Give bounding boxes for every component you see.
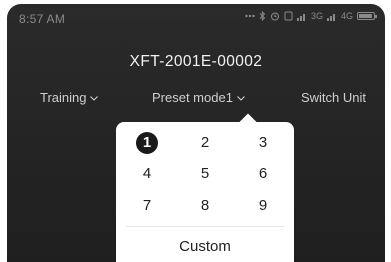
preset-mode-dropdown[interactable]: Preset mode1 xyxy=(152,90,246,105)
chevron-down-icon xyxy=(237,95,245,101)
chevron-down-icon xyxy=(90,95,99,101)
bluetooth-icon xyxy=(259,11,266,21)
switch-unit-button[interactable]: Switch Unit xyxy=(301,90,366,105)
training-dropdown[interactable]: Training xyxy=(40,90,99,105)
top-menu: Training Preset mode1 Switch Unit xyxy=(7,90,385,110)
app-screen: 8:57 AM 3G 4G XFT-2001E-00002 Training P… xyxy=(7,4,385,262)
preset-mode-menu: 1 2 3 4 5 6 7 8 9 Custom xyxy=(116,122,294,262)
signal-icon xyxy=(296,12,307,21)
alarm-icon xyxy=(270,11,280,21)
network-3g-icon: 3G xyxy=(310,11,323,21)
preset-mode-label: Preset mode1 xyxy=(152,90,233,105)
device-title: XFT-2001E-00002 xyxy=(129,53,263,70)
preset-option-3[interactable]: 3 xyxy=(252,132,274,154)
training-label: Training xyxy=(40,90,87,105)
preset-option-5[interactable]: 5 xyxy=(194,163,216,185)
status-icons: 3G 4G xyxy=(245,11,377,21)
battery-icon xyxy=(357,12,377,20)
signal-icon xyxy=(326,12,337,21)
preset-option-4[interactable]: 4 xyxy=(136,163,158,185)
phone-icon xyxy=(284,11,293,21)
menu-divider xyxy=(126,226,284,227)
switch-unit-label: Switch Unit xyxy=(300,90,366,105)
preset-option-9[interactable]: 9 xyxy=(252,195,274,217)
status-bar: 8:57 AM 3G 4G xyxy=(7,4,385,30)
preset-option-7[interactable]: 7 xyxy=(136,195,158,217)
status-time: 8:57 AM xyxy=(19,12,66,26)
preset-option-8[interactable]: 8 xyxy=(194,195,216,217)
more-dots-icon xyxy=(245,14,255,18)
preset-option-6[interactable]: 6 xyxy=(252,163,274,185)
preset-option-2[interactable]: 2 xyxy=(194,132,216,154)
custom-option[interactable]: Custom xyxy=(116,238,294,255)
preset-option-1[interactable]: 1 xyxy=(136,132,158,154)
network-4g-icon: 4G xyxy=(340,11,353,21)
